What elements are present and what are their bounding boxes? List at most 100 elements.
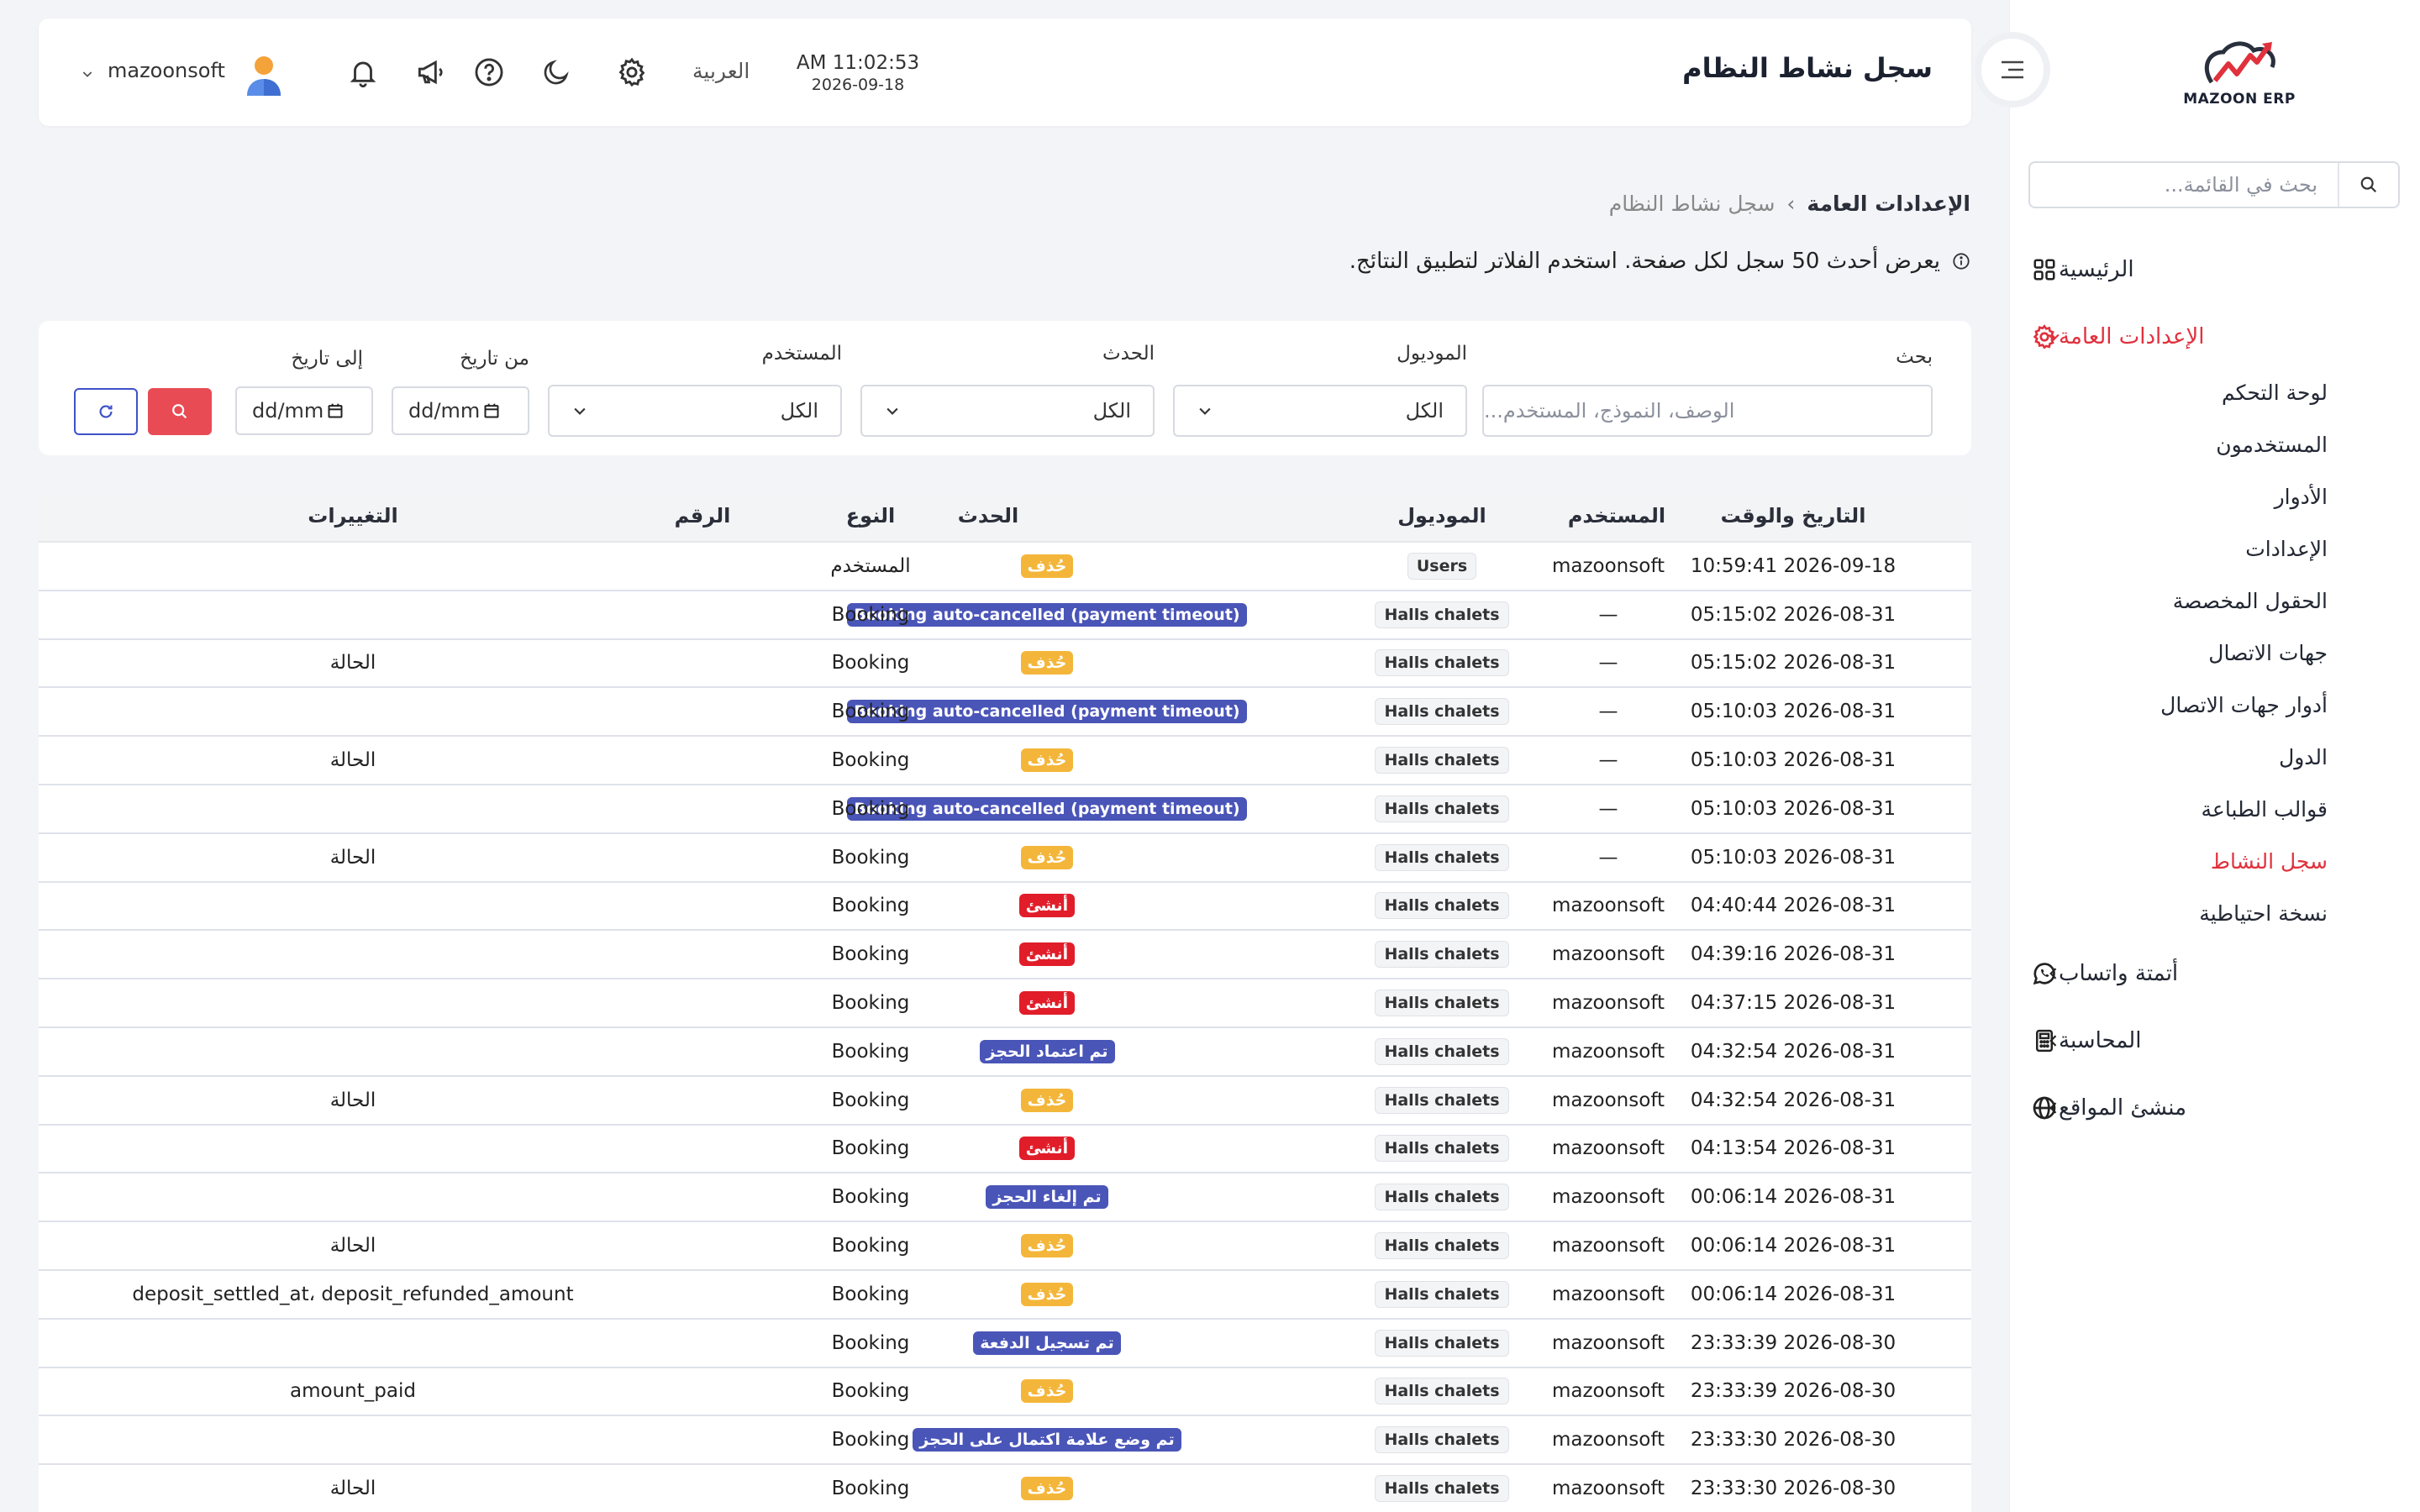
- event-badge: أنشئ: [1018, 1137, 1076, 1161]
- refresh-icon: [97, 402, 115, 421]
- search-label: بحث: [1896, 346, 1933, 368]
- from-date-input[interactable]: dd/mm: [392, 386, 529, 435]
- table-row: 00:06:14 2026-08-31 mazoonsoft Halls chale…: [39, 1271, 1971, 1320]
- cell-changes: [59, 1173, 647, 1221]
- cell-module: Halls chalets: [1358, 1465, 1526, 1512]
- sidebar-search[interactable]: بحث في القائمة...: [2028, 161, 2400, 208]
- sidebar-item-label: الرئيسية: [2059, 257, 2134, 282]
- cell-datetime: 04:39:16 2026-08-31: [1690, 943, 1897, 966]
- cell-changes: [59, 1416, 647, 1463]
- module-select[interactable]: الكل: [1173, 385, 1467, 437]
- table-row: 05:10:03 2026-08-31 — Halls chalets حُذف Boo…: [39, 737, 1971, 785]
- cell-datetime: 05:10:03 2026-08-31: [1690, 749, 1897, 772]
- sidebar-item-whatsapp-automation[interactable]: أتمتة واتساب: [2010, 948, 2420, 1000]
- search-input[interactable]: الوصف، النموذج، المستخدم...: [1482, 385, 1933, 437]
- module-badge: Halls chalets: [1375, 601, 1509, 628]
- sidebar-item-label: منشئ المواقع: [2059, 1095, 2187, 1121]
- refresh-button[interactable]: [74, 388, 138, 435]
- app-logo[interactable]: MAZOON ERP: [2160, 34, 2319, 118]
- sidebar-item-label: أتمتة واتساب: [2059, 961, 2179, 986]
- logo-graphic: [2204, 41, 2275, 84]
- chevron-left-icon[interactable]: [2045, 1100, 2062, 1116]
- megaphone-icon[interactable]: [413, 55, 447, 89]
- cell-user: mazoonsoft: [1551, 1429, 1665, 1452]
- module-badge: Halls chalets: [1375, 1378, 1509, 1405]
- sidebar-subitem-users[interactable]: المستخدمون: [2010, 418, 2420, 470]
- sidebar-item-website-builder[interactable]: منشئ المواقع: [2010, 1082, 2420, 1134]
- help-icon[interactable]: [472, 55, 506, 89]
- breadcrumb-parent[interactable]: الإعدادات العامة: [1807, 192, 1970, 216]
- search-icon[interactable]: [2338, 163, 2398, 207]
- chevron-down-icon[interactable]: [2045, 328, 2062, 345]
- sidebar-item-label: المحاسبة: [2059, 1028, 2142, 1053]
- sidebar-item-accounting[interactable]: المحاسبة: [2010, 1015, 2420, 1067]
- settings-icon[interactable]: [615, 55, 649, 89]
- filters-panel: بحث الوصف، النموذج، المستخدم... الموديول…: [39, 321, 1971, 455]
- sidebar-subitem-custom-fields[interactable]: الحقول المخصصة: [2010, 575, 2420, 627]
- sidebar-subitem-countries[interactable]: الدول: [2010, 731, 2420, 783]
- user-avatar[interactable]: [245, 54, 282, 97]
- table-row: 05:15:02 2026-08-31 — Halls chalets حُذف Boo…: [39, 640, 1971, 689]
- column-number: الرقم: [674, 504, 731, 528]
- sidebar-toggle-button[interactable]: [1981, 39, 2044, 101]
- user-select[interactable]: الكل: [548, 385, 842, 437]
- table-row: 04:32:54 2026-08-31 mazoonsoft Halls chale…: [39, 1077, 1971, 1126]
- notification-bell-icon[interactable]: [346, 55, 380, 89]
- event-select[interactable]: الكل: [860, 385, 1155, 437]
- user-label: المستخدم: [761, 343, 842, 365]
- search-icon: [171, 402, 189, 421]
- sidebar-search-input[interactable]: بحث في القائمة...: [2030, 173, 2338, 197]
- event-badge: أنشئ: [1018, 942, 1076, 967]
- cell-datetime: 05:15:02 2026-08-31: [1690, 652, 1897, 675]
- sidebar-subitem-contact-roles[interactable]: أدوار جهات الاتصال: [2010, 679, 2420, 731]
- event-badge: أنشئ: [1018, 894, 1076, 918]
- info-text: يعرض أحدث 50 سجل لكل صفحة. استخدم الفلات…: [1349, 249, 1940, 274]
- sidebar-item-home[interactable]: الرئيسية: [2010, 244, 2420, 296]
- from-date-value: dd/mm: [408, 399, 481, 423]
- sidebar-subitem-print-templates[interactable]: قوالب الطباعة: [2010, 783, 2420, 835]
- table-row: 00:06:14 2026-08-31 mazoonsoft Halls chale…: [39, 1222, 1971, 1271]
- cell-type: Booking: [831, 652, 910, 675]
- cell-user: mazoonsoft: [1551, 1235, 1665, 1257]
- chevron-left-icon[interactable]: [2045, 1032, 2062, 1049]
- language-switcher[interactable]: العربية: [692, 59, 750, 83]
- chevron-down-icon[interactable]: [81, 67, 94, 81]
- cell-module: Users: [1358, 543, 1526, 590]
- cell-type: Booking: [831, 1478, 910, 1500]
- sidebar-subitem-backup[interactable]: نسخة احتياطية: [2010, 887, 2420, 939]
- sidebar-subitem-activity-log[interactable]: سجل النشاط: [2010, 835, 2420, 887]
- sidebar-subitem-settings[interactable]: الإعدادات: [2010, 522, 2420, 575]
- event-badge: حُذف: [1020, 1088, 1074, 1112]
- cell-type: Booking: [831, 992, 910, 1015]
- cell-module: Halls chalets: [1358, 1416, 1526, 1463]
- from-date-label: من تاريخ: [460, 348, 529, 370]
- cell-type: Booking: [831, 895, 910, 917]
- sidebar-subitem-roles[interactable]: الأدوار: [2010, 470, 2420, 522]
- search-button[interactable]: [148, 388, 212, 435]
- cell-type: المستخدم: [830, 554, 911, 577]
- cell-user: mazoonsoft: [1551, 1283, 1665, 1305]
- chevron-left-icon[interactable]: [2045, 965, 2062, 982]
- info-icon: [1952, 252, 1970, 270]
- cell-type: Booking: [831, 1235, 910, 1257]
- search-placeholder: الوصف، النموذج، المستخدم...: [1484, 399, 1735, 423]
- event-badge: حُذف: [1020, 1477, 1074, 1501]
- cell-changes: الحالة: [329, 1478, 376, 1500]
- sidebar-subitem-contacts[interactable]: جهات الاتصال: [2010, 627, 2420, 679]
- cell-user: —: [1598, 749, 1618, 772]
- module-badge: Halls chalets: [1375, 843, 1509, 871]
- cell-user: mazoonsoft: [1551, 1380, 1665, 1403]
- cell-changes: الحالة: [329, 749, 376, 772]
- cell-module: Halls chalets: [1358, 1271, 1526, 1318]
- username[interactable]: mazoonsoft: [108, 59, 225, 82]
- sidebar-submenu: لوحة التحكم المستخدمون الأدوار الإعدادات…: [2010, 366, 2420, 939]
- to-date-input[interactable]: dd/mm: [235, 386, 373, 435]
- module-badge: Halls chalets: [1375, 990, 1509, 1017]
- sidebar-item-general-settings[interactable]: الإعدادات العامة: [2010, 311, 2420, 363]
- cell-type: Booking: [831, 1040, 910, 1063]
- dark-mode-icon[interactable]: [539, 55, 573, 89]
- cell-datetime: 23:33:30 2026-08-30: [1690, 1429, 1897, 1452]
- event-badge: حُذف: [1020, 651, 1074, 675]
- cell-user: —: [1598, 603, 1618, 626]
- sidebar-subitem-dashboard[interactable]: لوحة التحكم: [2010, 366, 2420, 418]
